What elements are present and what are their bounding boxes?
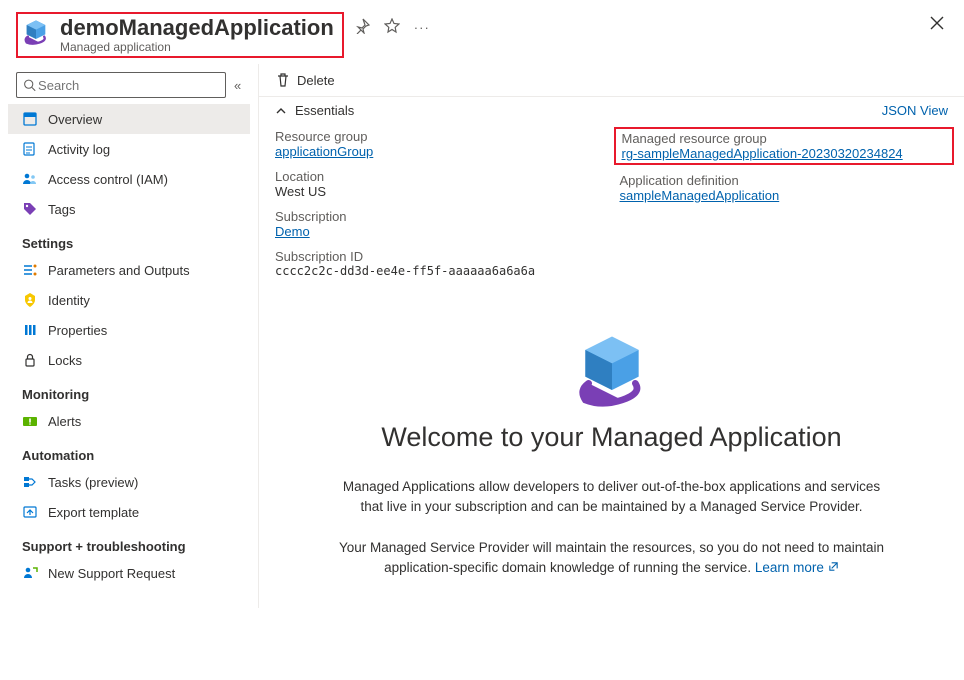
sidebar-item-export-template[interactable]: Export template [8, 497, 250, 527]
field-value[interactable]: rg-sampleManagedApplication-202303202348… [622, 146, 947, 161]
identity-icon [22, 292, 38, 308]
sidebar-item-label: Locks [48, 353, 82, 368]
sidebar-item-label: Access control (IAM) [48, 172, 168, 187]
locks-icon [22, 352, 38, 368]
essentials-field: Managed resource grouprg-sampleManagedAp… [614, 127, 955, 165]
sidebar-item-label: Tasks (preview) [48, 475, 138, 490]
properties-icon [22, 322, 38, 338]
sidebar-item-tasks-preview-[interactable]: Tasks (preview) [8, 467, 250, 497]
delete-label: Delete [297, 73, 335, 88]
field-value[interactable]: applicationGroup [275, 144, 604, 159]
trash-icon [275, 72, 291, 88]
sidebar-item-overview[interactable]: Overview [8, 104, 250, 134]
welcome-paragraph-1: Managed Applications allow developers to… [332, 477, 892, 518]
essentials-toggle[interactable]: Essentials [275, 103, 354, 118]
sidebar-item-label: Properties [48, 323, 107, 338]
sidebar-item-locks[interactable]: Locks [8, 345, 250, 375]
sidebar-item-access-control-iam-[interactable]: Access control (IAM) [8, 164, 250, 194]
sidebar-item-label: Export template [48, 505, 139, 520]
more-button[interactable]: ··· [414, 20, 430, 35]
sidebar-section-title: Support + troubleshooting [8, 527, 250, 558]
learn-more-link[interactable]: Learn more [755, 560, 839, 575]
field-value[interactable]: sampleManagedApplication [620, 188, 949, 203]
command-bar: Delete [259, 64, 964, 97]
sidebar-item-label: Alerts [48, 414, 81, 429]
field-label: Resource group [275, 129, 604, 144]
delete-button[interactable]: Delete [275, 72, 335, 88]
activity-icon [22, 141, 38, 157]
close-button[interactable] [930, 16, 944, 33]
welcome-icon [289, 330, 934, 410]
field-label: Location [275, 169, 604, 184]
json-view-link[interactable]: JSON View [882, 103, 948, 118]
field-label: Subscription [275, 209, 604, 224]
sidebar-section-title: Monitoring [8, 375, 250, 406]
sidebar-item-parameters-and-outputs[interactable]: Parameters and Outputs [8, 255, 250, 285]
essentials-field: SubscriptionDemo [275, 209, 604, 239]
essentials-field: Resource groupapplicationGroup [275, 129, 604, 159]
chevron-up-icon [275, 105, 287, 117]
managed-app-icon [22, 18, 50, 46]
collapse-sidebar-button[interactable]: « [234, 78, 241, 93]
support-icon [22, 565, 38, 581]
field-label: Managed resource group [622, 131, 947, 146]
sidebar-section-title: Automation [8, 436, 250, 467]
field-label: Subscription ID [275, 249, 604, 264]
sidebar-item-label: Overview [48, 112, 102, 127]
tasks-icon [22, 474, 38, 490]
sidebar-item-new-support-request[interactable]: New Support Request [8, 558, 250, 588]
sidebar-item-alerts[interactable]: Alerts [8, 406, 250, 436]
sidebar-item-properties[interactable]: Properties [8, 315, 250, 345]
access-icon [22, 171, 38, 187]
welcome-section: Welcome to your Managed Application Mana… [259, 290, 964, 608]
export-icon [22, 504, 38, 520]
pin-button[interactable] [354, 18, 370, 37]
page-subtitle: Managed application [60, 40, 334, 54]
welcome-heading: Welcome to your Managed Application [289, 422, 934, 453]
field-label: Application definition [620, 173, 949, 188]
field-value: cccc2c2c-dd3d-ee4e-ff5f-aaaaaa6a6a6a [275, 264, 604, 278]
blade-header: demoManagedApplication Managed applicati… [0, 0, 964, 64]
sidebar-item-activity-log[interactable]: Activity log [8, 134, 250, 164]
welcome-paragraph-2: Your Managed Service Provider will maint… [332, 538, 892, 579]
search-box[interactable] [16, 72, 226, 98]
sidebar-item-label: Tags [48, 202, 75, 217]
sidebar-item-tags[interactable]: Tags [8, 194, 250, 224]
external-link-icon [828, 561, 839, 572]
search-icon [23, 78, 36, 92]
search-input[interactable] [36, 77, 219, 94]
sidebar-item-label: Identity [48, 293, 90, 308]
essentials-field: LocationWest US [275, 169, 604, 199]
essentials-panel: Resource groupapplicationGroup LocationWe… [259, 125, 964, 290]
overview-icon [22, 111, 38, 127]
essentials-field: Application definitionsampleManagedAppli… [620, 173, 949, 203]
alerts-icon [22, 413, 38, 429]
essentials-label: Essentials [295, 103, 354, 118]
field-value: West US [275, 184, 604, 199]
sidebar-item-label: Parameters and Outputs [48, 263, 190, 278]
sidebar-section-title: Settings [8, 224, 250, 255]
sidebar-item-label: Activity log [48, 142, 110, 157]
essentials-field: Subscription IDcccc2c2c-dd3d-ee4e-ff5f-a… [275, 249, 604, 278]
tags-icon [22, 201, 38, 217]
sidebar-item-identity[interactable]: Identity [8, 285, 250, 315]
params-icon [22, 262, 38, 278]
favorite-button[interactable] [384, 18, 400, 37]
sidebar-item-label: New Support Request [48, 566, 175, 581]
main-pane: Delete Essentials JSON View Resource gro… [258, 64, 964, 608]
page-title: demoManagedApplication [60, 16, 334, 40]
field-value[interactable]: Demo [275, 224, 604, 239]
sidebar: « Overview Activity log Access control (IA… [0, 64, 258, 608]
